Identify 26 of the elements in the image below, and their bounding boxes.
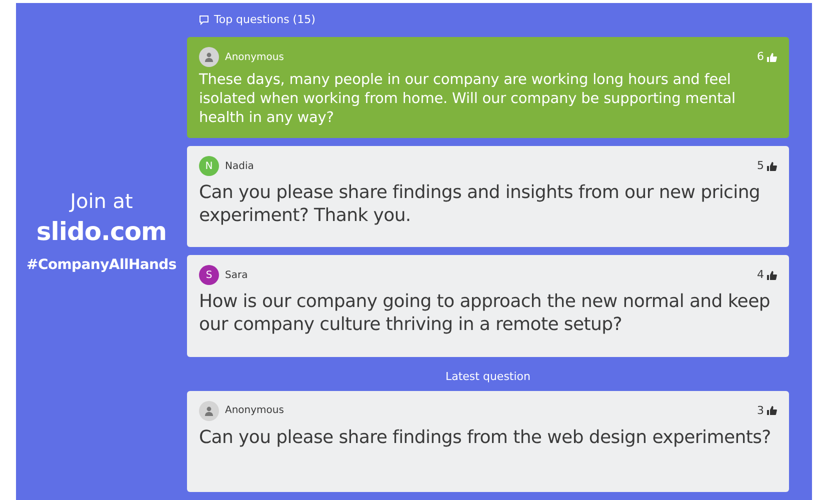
- section-title: Top questions (15): [214, 12, 316, 28]
- vote-count: 3: [757, 402, 764, 419]
- question-text: How is our company going to approach the new normal and keep our company culture thriving in a remote setup?: [199, 291, 771, 336]
- vote-count: 6: [757, 48, 764, 65]
- thumbs-up-icon: [767, 52, 777, 62]
- event-hashtag: #CompanyAllHands: [26, 256, 176, 274]
- question-text: Can you please share findings from the web design experiments?: [199, 426, 772, 450]
- author-name: Sara: [225, 268, 248, 283]
- avatar: S: [199, 265, 219, 286]
- question-text: Can you please share findings and insights from our new pricing experiment? Thank you.: [199, 182, 762, 228]
- vote-count: 4: [757, 267, 764, 284]
- person-icon: [204, 52, 214, 62]
- author-name: Anonymous: [225, 50, 284, 65]
- thumbs-up-icon: [767, 270, 777, 280]
- join-prompt: Join at: [70, 188, 133, 214]
- chat-icon: [199, 15, 210, 26]
- person-icon: [204, 406, 214, 416]
- thumbs-up-icon: [767, 406, 777, 416]
- section-title: Latest question: [445, 369, 530, 386]
- avatar: N: [199, 156, 219, 176]
- thumbs-up-icon: [767, 162, 777, 171]
- question-text: These days, many people in our company are working long hours and feel isolated when working from home. Will our company be supporting mental health in any way?: [199, 71, 736, 128]
- author-name: Nadia: [225, 160, 254, 174]
- site-address: slido.com: [36, 216, 167, 248]
- author-name: Anonymous: [225, 404, 284, 418]
- vote-count: 5: [757, 158, 764, 174]
